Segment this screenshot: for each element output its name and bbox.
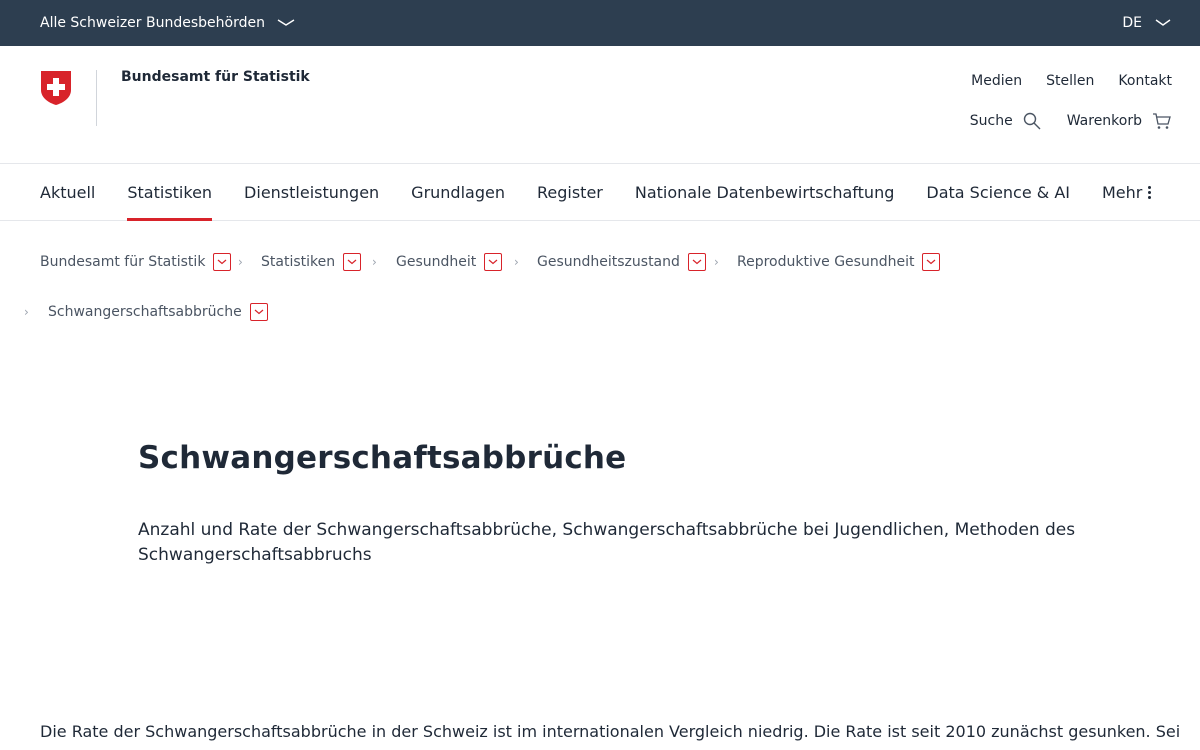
breadcrumb-label: Gesundheit [396,254,477,270]
nav-item-datenbewirtschaftung[interactable]: Nationale Datenbewirtschaftung [635,164,895,220]
breadcrumb: Bundesamt für Statistik › Statistiken › … [0,221,1200,341]
language-label: DE [1122,15,1142,31]
chevron-down-icon[interactable] [922,253,941,271]
federal-topbar: Alle Schweizer Bundesbehörden DE [0,0,1200,46]
logo-divider [96,70,97,126]
search-button[interactable]: Suche [970,112,1041,130]
nav-label: Mehr [1102,182,1143,202]
meta-nav: Medien Stellen Kontakt [971,73,1172,89]
header-tools: Suche Warenkorb [970,112,1172,130]
breadcrumb-separator-icon: › [514,255,519,269]
nav-item-grundlagen[interactable]: Grundlagen [411,164,505,220]
page-hero: Schwangerschaftsabbrüche Anzahl und Rate… [138,440,1098,568]
breadcrumb-item[interactable]: Bundesamt für Statistik [40,253,232,271]
page-title: Schwangerschaftsabbrüche [138,440,627,476]
breadcrumb-item[interactable]: Gesundheit [396,253,503,271]
all-agencies-dropdown[interactable]: Alle Schweizer Bundesbehörden [40,15,295,31]
main-navigation: Aktuell Statistiken Dienstleistungen Gru… [0,164,1200,221]
cart-label: Warenkorb [1066,113,1142,129]
all-agencies-label: Alle Schweizer Bundesbehörden [40,15,265,31]
chevron-down-icon[interactable] [343,253,362,271]
nav-label: Data Science & AI [926,182,1070,202]
chevron-down-icon[interactable] [249,303,268,321]
search-icon [1023,112,1041,130]
breadcrumb-label: Gesundheitszustand [537,254,680,270]
intro-paragraph: Die Rate der Schwangerschaftsabbrüche in… [40,722,1180,741]
chevron-down-icon [1155,19,1171,26]
language-selector[interactable]: DE [1122,15,1172,31]
breadcrumb-item[interactable]: Statistiken [261,253,362,271]
breadcrumb-separator-icon: › [714,255,719,269]
chevron-down-icon[interactable] [484,253,503,271]
meta-link-stellen[interactable]: Stellen [1046,73,1094,89]
nav-label: Grundlagen [411,182,505,202]
breadcrumb-label: Reproduktive Gesundheit [737,254,915,270]
swiss-coat-of-arms-logo[interactable] [40,70,72,106]
org-name[interactable]: Bundesamt für Statistik [121,69,310,85]
nav-label: Aktuell [40,182,96,202]
breadcrumb-label: Bundesamt für Statistik [40,254,206,270]
shopping-cart-icon [1153,113,1171,129]
site-header: Bundesamt für Statistik Medien Stellen K… [0,46,1200,164]
breadcrumb-item[interactable]: Reproduktive Gesundheit [737,253,941,271]
cart-button[interactable]: Warenkorb [1067,112,1172,130]
nav-item-statistiken[interactable]: Statistiken [127,164,213,221]
meta-link-medien[interactable]: Medien [971,73,1022,89]
chevron-down-icon[interactable] [213,253,232,271]
breadcrumb-label: Statistiken [261,254,336,270]
breadcrumb-separator-icon: › [24,305,29,319]
breadcrumb-separator-icon: › [372,255,377,269]
nav-label: Dienstleistungen [244,182,380,202]
nav-item-dienstleistungen[interactable]: Dienstleistungen [244,164,379,220]
nav-label: Statistiken [127,182,213,202]
page-lead: Anzahl und Rate der Schwangerschaftsabbr… [138,520,1076,565]
nav-item-aktuell[interactable]: Aktuell [40,164,95,220]
chevron-down-icon [277,19,295,26]
breadcrumb-item[interactable]: Gesundheitszustand [537,253,706,271]
nav-item-register[interactable]: Register [537,164,603,220]
more-vertical-icon [1148,185,1152,199]
nav-item-mehr[interactable]: Mehr [1102,164,1152,220]
nav-item-data-science[interactable]: Data Science & AI [926,164,1070,220]
meta-link-kontakt[interactable]: Kontakt [1118,73,1172,89]
breadcrumb-separator-icon: › [238,255,243,269]
breadcrumb-label: Schwangerschaftsabbrüche [48,304,242,320]
nav-label: Nationale Datenbewirtschaftung [634,182,895,202]
breadcrumb-item-current[interactable]: Schwangerschaftsabbrüche [48,303,268,321]
search-label: Suche [969,113,1013,129]
chevron-down-icon[interactable] [687,253,706,271]
nav-label: Register [536,182,603,202]
